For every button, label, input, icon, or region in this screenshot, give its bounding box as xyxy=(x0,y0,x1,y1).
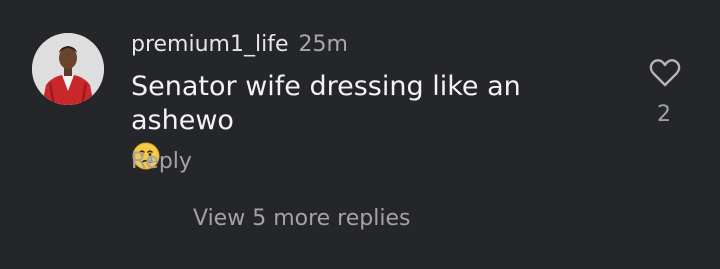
comment-body: Senator wife dressing like an ashewo xyxy=(131,70,631,172)
heart-outline-icon[interactable] xyxy=(648,57,682,89)
username-link[interactable]: premium1_life xyxy=(131,32,288,57)
view-more-replies-button[interactable]: View 5 more replies xyxy=(193,205,410,233)
comment-header: premium1_life 25m xyxy=(131,31,348,59)
like-count: 2 xyxy=(657,102,671,127)
comment-timestamp: 25m xyxy=(298,32,348,57)
comment-text: Senator wife dressing like an ashewo xyxy=(131,71,521,136)
avatar-photo xyxy=(32,33,104,105)
reply-button[interactable]: Reply xyxy=(131,148,192,176)
user-avatar[interactable] xyxy=(32,33,104,105)
